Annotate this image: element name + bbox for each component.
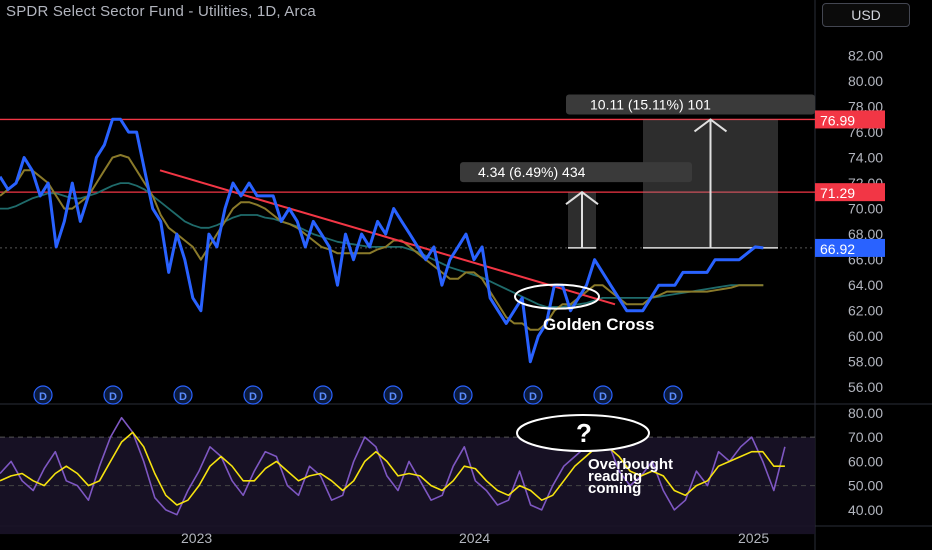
price-tick-label: 70.00 (848, 201, 883, 217)
time-axis-label: 2025 (738, 530, 769, 546)
dividend-marker-label: D (39, 391, 47, 403)
rsi-tick-label: 70.00 (848, 429, 883, 445)
measure-label: 10.11 (15.11%) 101 (590, 96, 711, 112)
dividend-marker-label: D (249, 391, 257, 403)
dividend-marker-label: D (669, 391, 677, 403)
dividend-marker-label: D (599, 391, 607, 403)
dividend-marker-label: D (179, 391, 187, 403)
rsi-tick-label: 40.00 (848, 502, 883, 518)
price-tick-label: 74.00 (848, 150, 883, 166)
dividend-marker-label: D (529, 391, 537, 403)
resistance-price-label: 76.99 (820, 112, 855, 128)
rsi-tick-label: 50.00 (848, 478, 883, 494)
rsi-tick-label: 80.00 (848, 405, 883, 421)
last-price-label: 66.92 (820, 241, 855, 257)
price-tick-label: 56.00 (848, 379, 883, 395)
measure-label: 4.34 (6.49%) 434 (478, 164, 586, 180)
price-tick-label: 60.00 (848, 328, 883, 344)
price-tick-label: 82.00 (848, 48, 883, 64)
dividend-marker-label: D (109, 391, 117, 403)
question-mark: ? (576, 418, 592, 448)
chart-stage: { "header": { "title": "SPDR Select Sect… (0, 0, 932, 550)
overbought-annotation: coming (588, 480, 641, 497)
price-tick-label: 64.00 (848, 277, 883, 293)
time-axis-label: 2023 (181, 530, 212, 546)
time-axis-label: 2024 (459, 530, 490, 546)
rsi-tick-label: 60.00 (848, 453, 883, 469)
price-tick-label: 62.00 (848, 303, 883, 319)
price-tick-label: 58.00 (848, 354, 883, 370)
resistance-price-label: 71.29 (820, 185, 855, 201)
price-tick-label: 80.00 (848, 73, 883, 89)
chart-title: SPDR Select Sector Fund - Utilities, 1D,… (6, 3, 316, 20)
dividend-marker-label: D (459, 391, 467, 403)
golden-cross-label: Golden Cross (543, 315, 654, 334)
dividend-marker-label: D (389, 391, 397, 403)
dividend-marker-label: D (319, 391, 327, 403)
chart-svg: 82.0080.0078.0076.0074.0072.0070.0068.00… (0, 0, 932, 550)
currency-button[interactable]: USD (822, 3, 910, 27)
